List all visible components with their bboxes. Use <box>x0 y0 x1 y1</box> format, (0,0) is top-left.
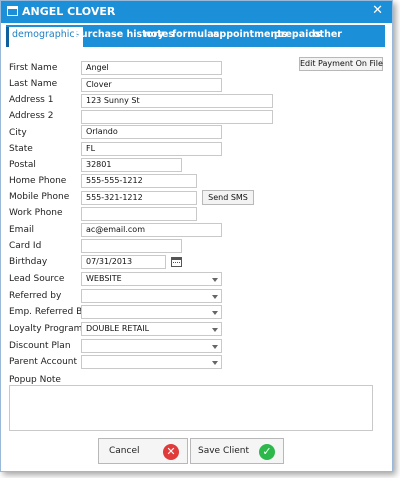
client-dialog: ANGEL CLOVER ✕ demographics purchase his… <box>0 0 393 472</box>
chevron-down-icon <box>212 345 218 349</box>
title-bar: ANGEL CLOVER ✕ <box>1 1 392 23</box>
parent-account-select[interactable] <box>81 355 222 369</box>
birthday-label: Birthday <box>9 257 48 267</box>
chevron-down-icon <box>212 311 218 315</box>
tab-bar: demographics purchase history notes form… <box>6 25 385 47</box>
first-name-label: First Name <box>9 63 58 73</box>
state-label: State <box>9 144 33 154</box>
chevron-down-icon <box>212 295 218 299</box>
first-name-field[interactable]: Angel <box>81 61 222 75</box>
tab-notes[interactable]: notes <box>144 29 174 40</box>
postal-field[interactable]: 32801 <box>81 158 182 172</box>
loyalty-program-select[interactable]: DOUBLE RETAIL <box>81 322 222 336</box>
loyalty-program-label: Loyalty Program <box>9 324 83 334</box>
home-phone-field[interactable]: 555-555-1212 <box>81 174 197 188</box>
save-client-button[interactable]: Save Client ✓ <box>190 438 284 464</box>
email-label: Email <box>9 225 34 235</box>
mobile-phone-field[interactable]: 555-321-1212 <box>81 191 197 205</box>
home-phone-label: Home Phone <box>9 176 67 186</box>
close-icon[interactable]: ✕ <box>372 4 383 18</box>
tab-other[interactable]: other <box>313 29 342 40</box>
card-id-field[interactable] <box>81 239 182 253</box>
popup-note-textarea[interactable] <box>9 385 373 431</box>
state-field[interactable]: FL <box>81 142 222 156</box>
cancel-icon: ✕ <box>163 444 179 460</box>
chevron-down-icon <box>212 361 218 365</box>
window-icon <box>7 6 18 16</box>
address2-field[interactable] <box>81 110 273 124</box>
address2-label: Address 2 <box>9 111 54 121</box>
referred-by-label: Referred by <box>9 291 62 301</box>
last-name-label: Last Name <box>9 79 58 89</box>
cancel-button-label: Cancel <box>109 446 140 456</box>
last-name-field[interactable]: Clover <box>81 78 222 92</box>
lead-source-value: WEBSITE <box>86 274 122 283</box>
card-id-label: Card Id <box>9 241 42 251</box>
lead-source-select[interactable]: WEBSITE <box>81 272 222 286</box>
edit-payment-on-file-button[interactable]: Edit Payment On File <box>299 57 383 71</box>
tab-demographics[interactable]: demographics <box>6 27 83 47</box>
referred-by-select[interactable] <box>81 289 222 303</box>
window-title: ANGEL CLOVER <box>22 5 116 18</box>
parent-account-label: Parent Account <box>9 357 78 367</box>
save-client-button-label: Save Client <box>198 446 250 456</box>
mobile-phone-label: Mobile Phone <box>9 192 70 202</box>
send-sms-button[interactable]: Send SMS <box>202 190 254 205</box>
emp-referred-by-label: Emp. Referred By <box>9 307 88 317</box>
city-field[interactable]: Orlando <box>81 125 222 139</box>
postal-label: Postal <box>9 160 36 170</box>
popup-note-label: Popup Note <box>9 375 61 385</box>
email-field[interactable]: ac@email.com <box>81 223 222 237</box>
birthday-field[interactable]: 07/31/2013 <box>81 255 166 269</box>
city-label: City <box>9 128 27 138</box>
discount-plan-select[interactable] <box>81 339 222 353</box>
calendar-icon[interactable] <box>171 257 182 267</box>
work-phone-label: Work Phone <box>9 208 63 218</box>
chevron-down-icon <box>212 328 218 332</box>
checkmark-icon: ✓ <box>259 444 275 460</box>
address1-field[interactable]: 123 Sunny St <box>81 94 273 108</box>
work-phone-field[interactable] <box>81 207 197 221</box>
chevron-down-icon <box>212 278 218 282</box>
cancel-button[interactable]: Cancel ✕ <box>98 438 188 464</box>
address1-label: Address 1 <box>9 95 54 105</box>
lead-source-label: Lead Source <box>9 274 65 284</box>
discount-plan-label: Discount Plan <box>9 341 71 351</box>
emp-referred-by-select[interactable] <box>81 305 222 319</box>
loyalty-program-value: DOUBLE RETAIL <box>86 324 150 333</box>
